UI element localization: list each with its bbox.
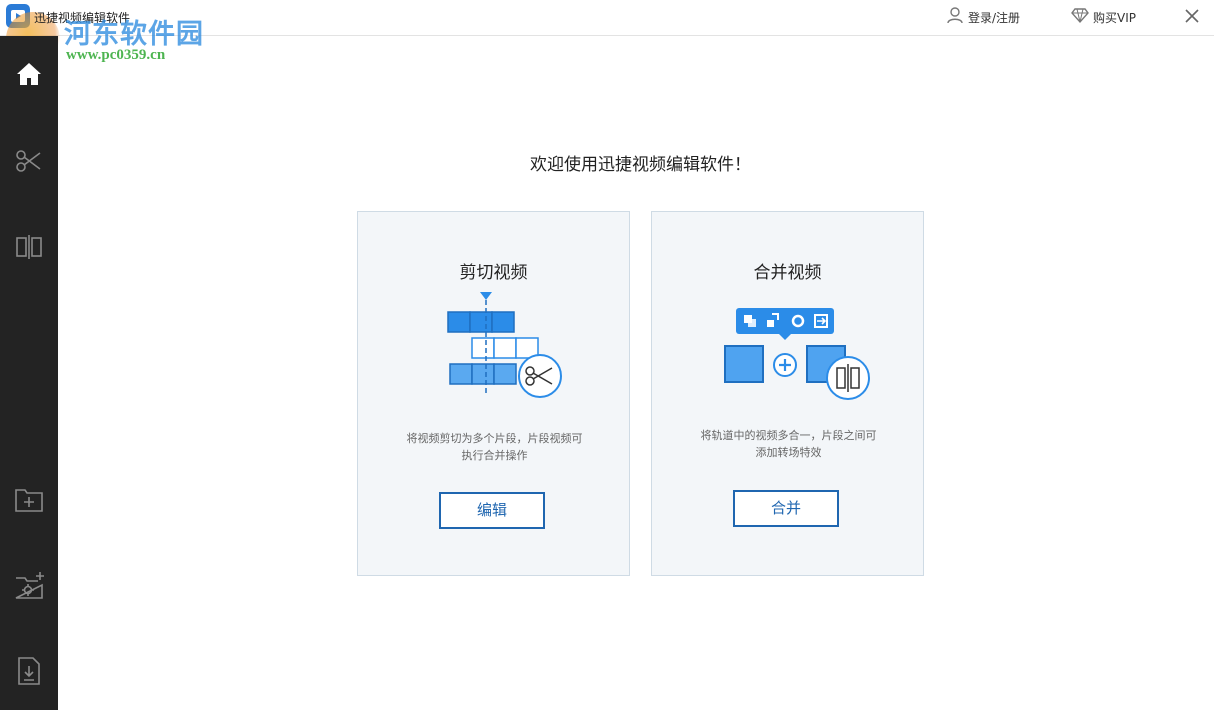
cut-video-illustration [444,292,564,400]
file-download-icon [18,657,40,685]
card-title: 剪切视频 [459,263,528,283]
buy-vip-button[interactable]: 购买VIP [1071,6,1136,28]
folder-gear-icon [15,572,44,599]
sidebar-item-merge[interactable] [0,223,58,271]
sidebar-item-home[interactable] [0,50,58,98]
welcome-heading: 欢迎使用迅捷视频编辑软件！ [530,155,751,175]
card-description: 将轨道中的视频多合一，片段之间可 添加转场特效 [672,427,905,461]
diamond-icon [1071,6,1089,28]
split-merge-icon [16,235,42,259]
sidebar-item-export[interactable] [0,647,58,695]
login-register-button[interactable]: 登录/注册 [946,6,1020,28]
sidebar [0,36,58,710]
app-window: 迅捷视频编辑软件 河东软件园 www.pc0359.cn 登录/注册 购买VIP [0,0,1214,710]
title-bar: 迅捷视频编辑软件 河东软件园 www.pc0359.cn 登录/注册 购买VIP [0,0,1214,66]
desc-line-2: 添加转场特效 [755,446,822,459]
sidebar-item-add-file[interactable] [0,475,58,523]
user-icon [946,6,964,28]
merge-video-card: 合并视频 将轨道中的视频多合一，片段之间可 添加转场特效 合并 [651,211,924,576]
watermark-title: 河东软件园 [64,19,204,50]
watermark-url: www.pc0359.cn [66,47,166,63]
merge-button[interactable]: 合并 [733,490,839,527]
vip-label: 购买VIP [1093,10,1136,25]
desc-line-1: 将轨道中的视频多合一，片段之间可 [700,429,877,442]
home-icon [17,63,41,85]
login-label: 登录/注册 [968,10,1021,25]
scissors-icon [16,150,41,172]
edit-button[interactable]: 编辑 [439,492,545,529]
desc-line-1: 将视频剪切为多个片段，片段视频可 [406,432,583,445]
desc-line-2: 执行合并操作 [461,449,528,462]
close-icon [1185,9,1199,23]
cut-video-card: 剪切视频 将视频剪切为多个片段，片段视频可 执行合并操作 编辑 [357,211,630,576]
card-title: 合并视频 [753,263,822,283]
sidebar-item-cut[interactable] [0,137,58,185]
folder-plus-icon [15,489,43,512]
merge-video-illustration [722,292,872,400]
sidebar-item-settings-folder[interactable] [0,561,58,609]
close-button[interactable] [1182,6,1202,26]
card-description: 将视频剪切为多个片段，片段视频可 执行合并操作 [378,430,611,464]
